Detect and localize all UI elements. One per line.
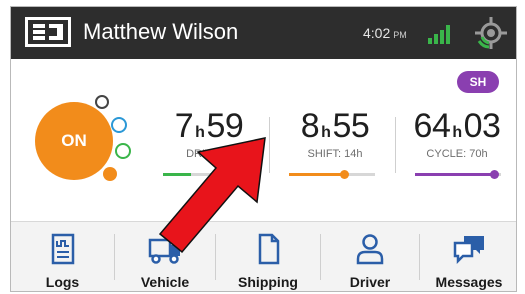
cycle-progress-bar	[415, 170, 501, 179]
nav-shipping-label: Shipping	[238, 274, 298, 290]
cell-signal-icon	[428, 25, 450, 44]
nav-messages-label: Messages	[435, 274, 503, 290]
shift-progress-knob	[340, 170, 350, 179]
nav-logs-label: Logs	[45, 274, 80, 290]
nav-driver[interactable]: Driver	[321, 222, 419, 291]
cycle-hours-unit: h	[452, 124, 462, 141]
cycle-timer: 64 h03 CYCLE: 70h	[405, 107, 509, 160]
nav-driver-label: Driver	[349, 274, 391, 290]
shift-time: 8 h55	[287, 107, 383, 146]
red-annotation-arrow	[158, 137, 266, 254]
shift-caption: SHIFT: 14h	[307, 148, 363, 160]
person-icon	[356, 234, 384, 265]
cycle-caption: CYCLE: 70h	[426, 148, 488, 160]
nav-logs[interactable]: Logs	[11, 222, 114, 291]
divider	[395, 117, 396, 173]
driving-dot[interactable]	[115, 143, 131, 159]
off-duty-dot[interactable]	[95, 95, 109, 109]
shift-progress-bar	[289, 170, 375, 179]
clock-time: 4:02	[363, 25, 391, 41]
nav-messages[interactable]: Messages	[420, 222, 516, 291]
shift-minutes: 55	[332, 107, 370, 145]
logs-icon	[51, 233, 74, 265]
eld-logo-icon	[25, 17, 71, 47]
cycle-hours: 64	[413, 107, 451, 145]
message-bubbles-icon	[453, 236, 484, 265]
clock-suffix: PM	[393, 30, 407, 40]
nav-vehicle-label: Vehicle	[140, 274, 190, 290]
cycle-minutes: 03	[463, 107, 501, 145]
on-duty-dot[interactable]	[103, 167, 117, 181]
gps-location-icon[interactable]	[473, 15, 509, 51]
shift-timer: 8 h55 SHIFT: 14h	[287, 107, 383, 160]
shift-hours-unit: h	[321, 124, 331, 141]
app-header: Matthew Wilson 4:02 PM	[11, 7, 516, 59]
cycle-progress-knob	[490, 170, 500, 179]
short-haul-badge: SH	[457, 71, 499, 93]
sleeper-dot[interactable]	[111, 117, 127, 133]
clock: 4:02 PM	[363, 25, 407, 41]
shift-progress-fill	[289, 173, 345, 176]
cycle-progress-fill	[415, 173, 495, 176]
driver-name[interactable]: Matthew Wilson	[83, 19, 238, 45]
cycle-time: 64 h03	[405, 107, 509, 146]
shift-hours: 8	[300, 107, 320, 145]
duty-status-button[interactable]: ON	[35, 102, 113, 180]
